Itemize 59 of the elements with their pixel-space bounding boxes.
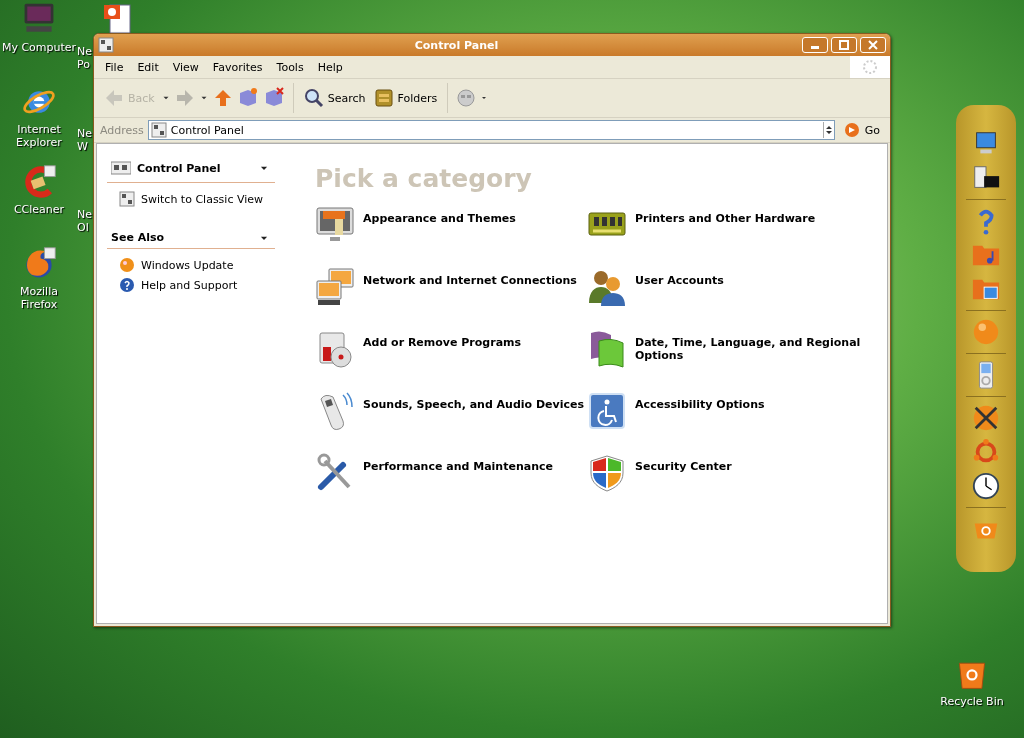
menu-item[interactable]: Tools xyxy=(269,60,311,74)
category-link[interactable]: Appearance and Themes xyxy=(315,205,587,245)
category-link[interactable]: Sounds, Speech, and Audio Devices xyxy=(315,391,587,431)
document-icon[interactable] xyxy=(102,3,134,33)
control-panel-icon xyxy=(98,37,114,53)
menu-item[interactable]: File xyxy=(98,60,131,74)
control-panel-icon xyxy=(111,158,131,178)
views-face-icon xyxy=(456,88,477,108)
category-link[interactable]: Performance and Maintenance xyxy=(315,453,587,493)
clock-icon[interactable] xyxy=(971,471,1001,501)
close-button[interactable] xyxy=(860,37,886,53)
desktop-icon-label[interactable]: Ne W xyxy=(77,127,92,153)
desktop-icon-label[interactable]: Ne Po xyxy=(77,45,92,71)
desktop-icon-label[interactable]: Internet Explorer xyxy=(1,123,77,149)
category-link[interactable]: Accessibility Options xyxy=(587,391,887,431)
desktop-icon-label[interactable]: My Computer xyxy=(1,41,77,54)
forward-arrow-icon xyxy=(174,88,195,108)
task-link[interactable]: Windows Update xyxy=(119,257,275,273)
category-link[interactable]: Add or Remove Programs xyxy=(315,329,587,369)
update-globe-icon xyxy=(119,257,135,273)
wheelchair-icon xyxy=(587,391,627,431)
section-title[interactable]: Control Panel xyxy=(137,161,253,175)
maximize-button[interactable] xyxy=(831,37,857,53)
desktop-icon-label[interactable]: Ne Ol xyxy=(77,208,92,234)
category-link[interactable]: Security Center xyxy=(587,453,887,493)
go-button[interactable]: Go xyxy=(838,121,884,139)
minimize-button[interactable] xyxy=(802,37,828,53)
menu-item[interactable]: Help xyxy=(310,60,350,74)
category-link[interactable]: User Accounts xyxy=(587,267,887,307)
dropdown-arrow-icon xyxy=(480,94,489,102)
monitors-icon xyxy=(315,267,355,307)
control-panel-icon xyxy=(150,122,167,138)
back-arrow-icon xyxy=(104,88,124,108)
menu-item[interactable]: Favorites xyxy=(205,60,270,74)
dropdown-arrow-icon[interactable] xyxy=(822,122,834,138)
folders-button[interactable]: Folders xyxy=(371,86,440,110)
window-title: Control Panel xyxy=(413,38,500,52)
desktop-icon-label[interactable]: CCleaner xyxy=(13,203,65,216)
help-icon xyxy=(119,277,135,293)
task-link[interactable]: Help and Support xyxy=(119,277,275,293)
menu-item[interactable]: Edit xyxy=(130,60,166,74)
category-link[interactable]: Printers and Other Hardware xyxy=(587,205,887,245)
close-icon xyxy=(868,40,878,50)
desktop-icon-label[interactable]: Recycle Bin xyxy=(940,695,1004,708)
search-button[interactable]: Search xyxy=(301,86,368,110)
maximize-icon xyxy=(839,40,849,50)
address-label: Address xyxy=(100,123,144,137)
task-link[interactable]: Switch to Classic View xyxy=(119,191,275,207)
section-title[interactable]: See Also xyxy=(111,231,253,244)
cabinet-icon xyxy=(373,88,394,108)
desktop-icon-label[interactable]: Mozilla Firefox xyxy=(1,285,77,311)
category-link[interactable]: Network and Internet Connections xyxy=(315,267,587,307)
page-heading: Pick a category xyxy=(315,164,533,193)
menu-item[interactable]: View xyxy=(165,60,206,74)
search-icon xyxy=(303,88,324,108)
category-link[interactable]: Date, Time, Language, and Regional Options xyxy=(587,329,887,369)
address-field[interactable]: Control Panel xyxy=(147,120,835,140)
shield-icon xyxy=(587,453,627,493)
control-panel-icon xyxy=(119,191,135,207)
